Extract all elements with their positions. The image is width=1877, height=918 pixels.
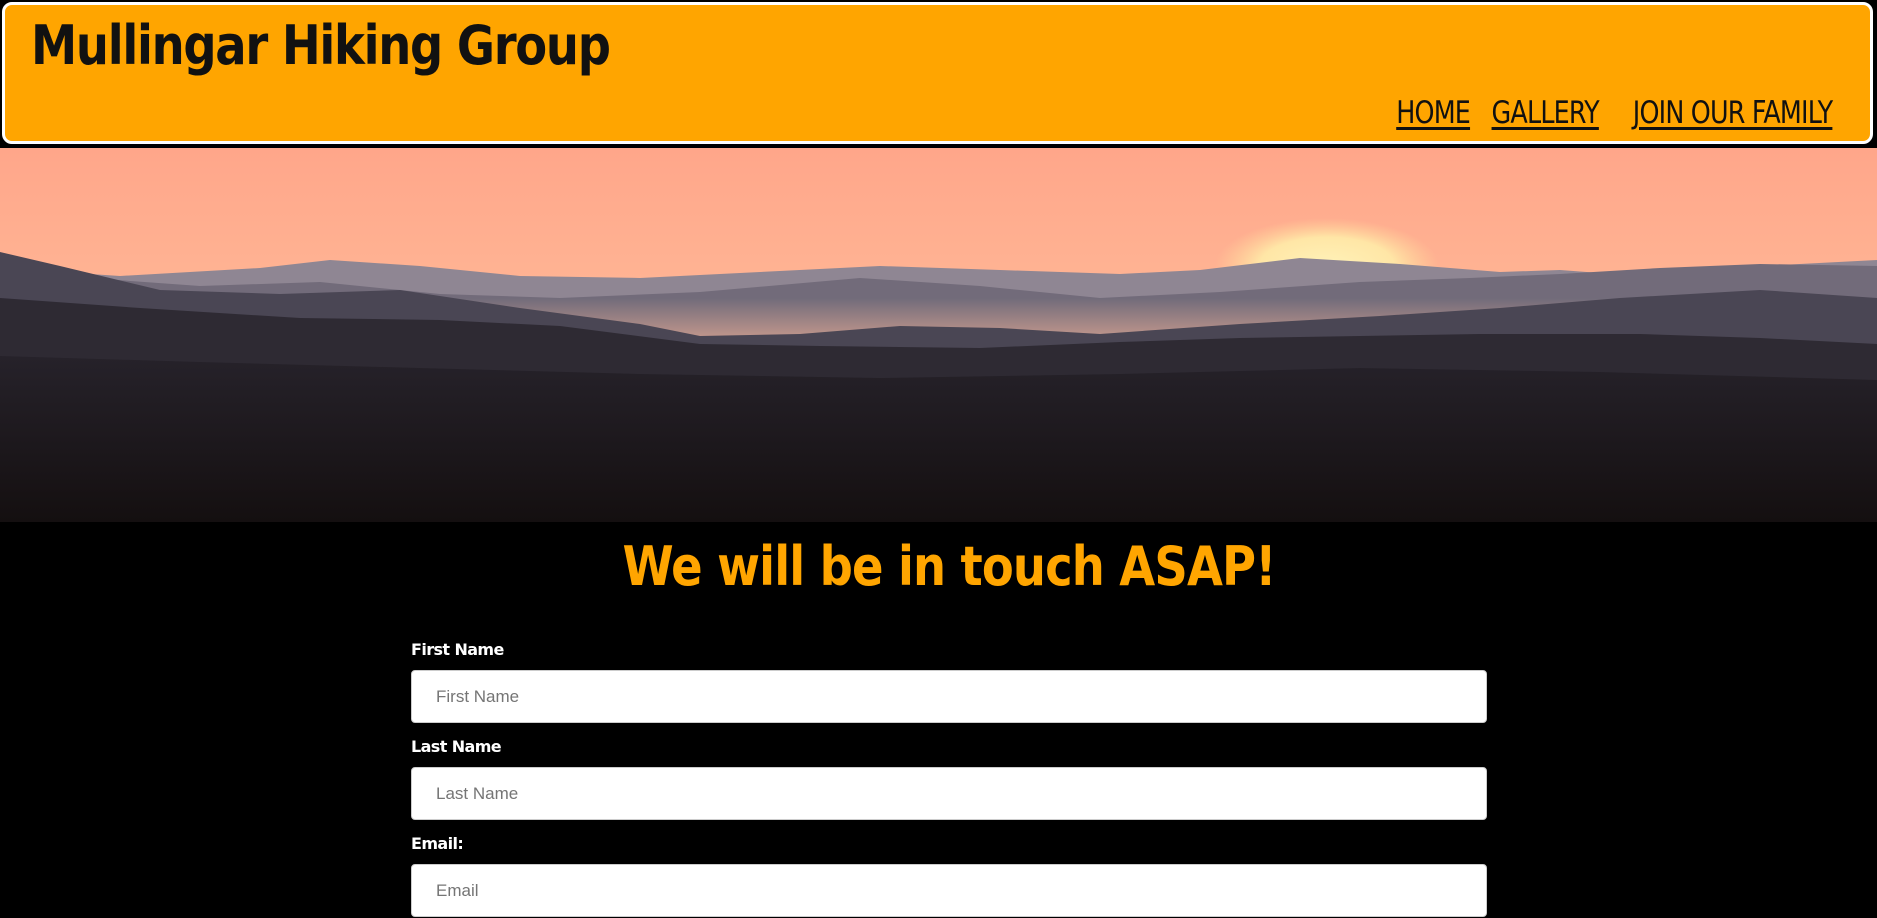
site-header: Mullingar Hiking Group HOME GALLERY JOIN… xyxy=(2,2,1873,144)
contact-form: First Name Last Name Email: xyxy=(411,636,1487,918)
first-name-label: First Name xyxy=(411,640,504,659)
last-name-label: Last Name xyxy=(411,737,502,756)
first-name-input[interactable] xyxy=(411,670,1487,723)
site-title: Mullingar Hiking Group xyxy=(31,14,611,77)
form-heading: We will be in touch ASAP! xyxy=(622,535,1276,598)
mountain-sunset-image xyxy=(0,148,1877,522)
page: Mullingar Hiking Group HOME GALLERY JOIN… xyxy=(0,0,1877,918)
nav-link-join-our-family[interactable]: JOIN OUR FAMILY xyxy=(1632,93,1832,133)
email-input[interactable] xyxy=(411,864,1487,917)
hero-banner xyxy=(0,148,1877,522)
nav-link-gallery[interactable]: GALLERY xyxy=(1491,93,1599,133)
nav-link-home[interactable]: HOME xyxy=(1396,93,1471,133)
main-nav: HOME GALLERY JOIN OUR FAMILY xyxy=(1380,93,1833,133)
last-name-input[interactable] xyxy=(411,767,1487,820)
email-label: Email: xyxy=(411,834,464,853)
